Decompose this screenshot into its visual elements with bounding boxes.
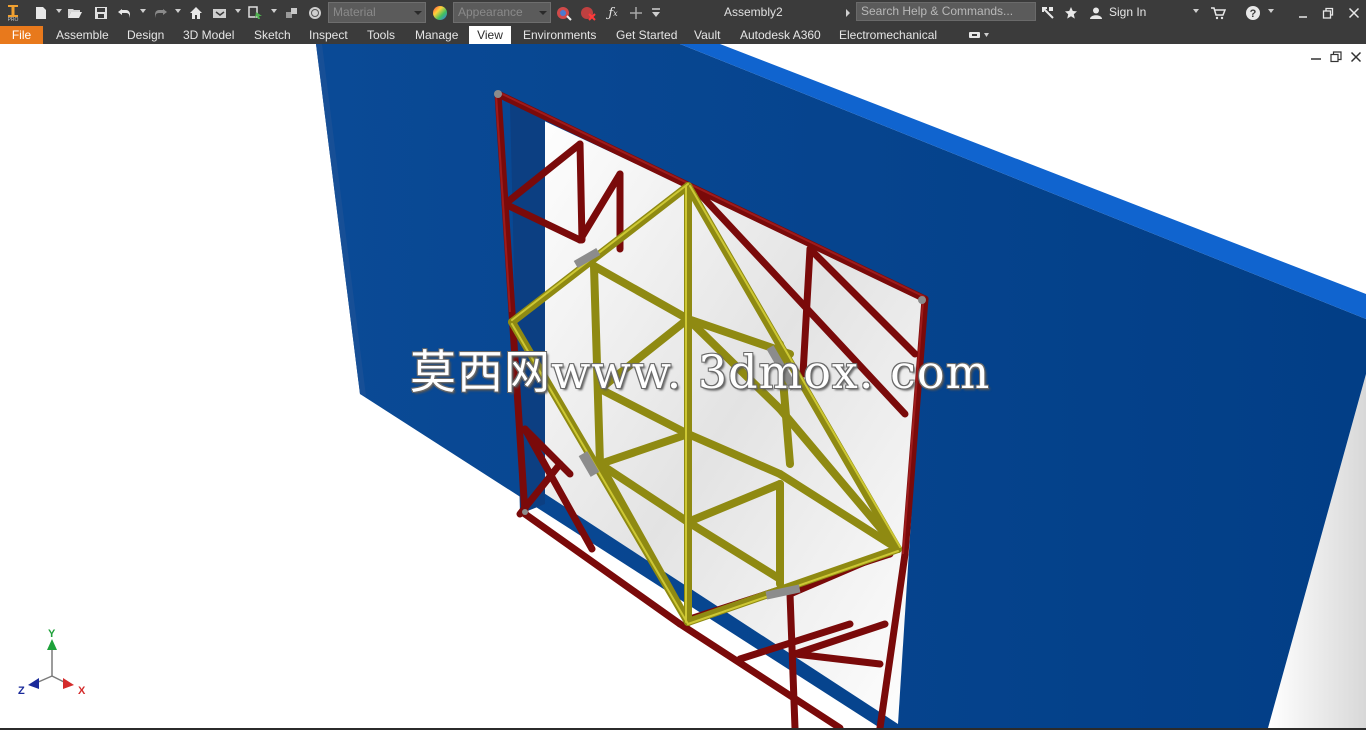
tab-sketch[interactable]: Sketch [254,26,291,44]
new-dropdown-caret[interactable] [56,9,62,13]
tab-tools[interactable]: Tools [367,26,395,44]
x-axis-label: X [78,685,86,697]
tab-view[interactable]: View [469,26,511,44]
tab-electromechanical[interactable]: Electromechanical [839,26,937,44]
tab-manage[interactable]: Manage [415,26,458,44]
document-title: Assembly2 [724,5,783,19]
inventor-window: PRO Material Appearance ƒ x Assembly2 Se… [0,0,1366,730]
view-triad[interactable]: Y X Z [14,628,94,700]
save-icon[interactable] [92,3,110,23]
exchange-icon[interactable] [1039,3,1057,23]
redo-dropdown-caret[interactable] [175,9,181,13]
new-icon[interactable] [32,3,50,23]
viewport-minimize-icon[interactable] [1310,50,1322,62]
tab-design[interactable]: Design [127,26,164,44]
fx-icon[interactable]: ƒx [603,3,623,23]
sign-in-link[interactable]: Sign In [1109,5,1146,19]
tab-file[interactable]: File [0,26,43,44]
tab-inspect[interactable]: Inspect [309,26,348,44]
return-dropdown-caret[interactable] [235,9,241,13]
home-icon[interactable] [187,3,205,23]
appearance-dropdown-value: Appearance [458,5,523,19]
favorites-icon[interactable] [1062,3,1080,23]
open-icon[interactable] [66,3,84,23]
close-icon[interactable] [1345,3,1363,23]
adjust-icon[interactable] [554,3,574,23]
tab-autodesk-a360[interactable]: Autodesk A360 [740,26,821,44]
search-placeholder: Search Help & Commands... [861,4,1014,18]
cart-icon[interactable] [1208,3,1228,23]
material-sphere-icon[interactable] [306,3,324,23]
user-icon[interactable] [1087,3,1105,23]
search-help-input[interactable]: Search Help & Commands... [856,2,1036,21]
watermark-text: 莫西网www. 3dmox. com [410,345,991,399]
redo-icon[interactable] [151,3,169,23]
app-badge: PRO [7,16,19,23]
z-axis-label: Z [18,685,25,697]
material-dropdown[interactable]: Material [328,2,426,23]
restore-icon[interactable] [1319,3,1337,23]
y-axis-label: Y [48,628,56,640]
clear-icon[interactable] [578,3,598,23]
tab-assemble[interactable]: Assemble [56,26,109,44]
tab-vault[interactable]: Vault [694,26,720,44]
quick-access-toolbar: PRO Material Appearance ƒ x Assembly2 Se… [0,0,1366,26]
tab-environments[interactable]: Environments [523,26,596,44]
appearance-dropdown[interactable]: Appearance [453,2,551,23]
help-dropdown-caret[interactable] [1268,9,1274,13]
tab-3d-model[interactable]: 3D Model [183,26,234,44]
undo-icon[interactable] [116,3,134,23]
ribbon-tab-bar: File Assemble Design 3D Model Sketch Ins… [0,26,1366,44]
tab-get-started[interactable]: Get Started [616,26,677,44]
search-expand-icon[interactable] [843,3,853,23]
viewport-close-icon[interactable] [1350,50,1362,63]
undo-dropdown-caret[interactable] [140,9,146,13]
svg-text:?: ? [1250,8,1257,20]
color-override-icon[interactable] [283,3,301,23]
select-icon[interactable] [247,3,265,23]
minimize-icon[interactable] [1294,3,1312,23]
appearance-sphere-icon[interactable] [430,3,450,23]
viewport-restore-icon[interactable] [1330,50,1342,63]
select-dropdown-caret[interactable] [271,9,277,13]
graphics-viewport[interactable]: 莫西网www. 3dmox. com Y X Z [0,44,1366,728]
customize-icon[interactable] [649,3,663,23]
sign-in-dropdown-caret[interactable] [1193,9,1199,13]
return-icon[interactable] [211,3,229,23]
app-menu-icon[interactable]: PRO [4,1,22,25]
material-dropdown-value: Material [333,5,376,19]
plus-icon[interactable] [627,3,645,23]
ribbon-display-options-icon[interactable] [966,27,992,43]
help-icon[interactable]: ? [1243,3,1263,23]
